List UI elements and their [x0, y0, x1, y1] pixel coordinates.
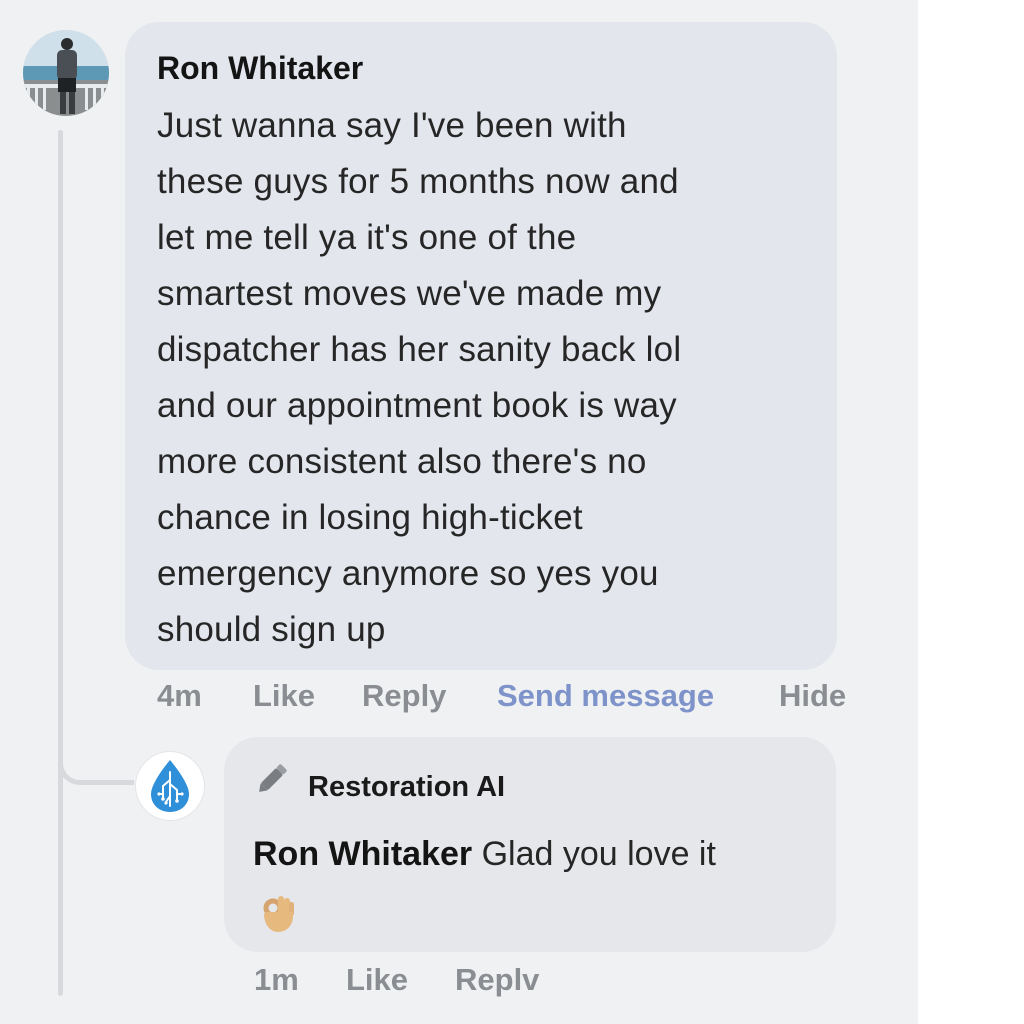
comment-line: smartest moves we've made my	[157, 274, 662, 313]
thread-connector	[58, 730, 134, 785]
page-margin	[918, 0, 1024, 1024]
comment-line: and our appointment book is way	[157, 386, 677, 425]
comment-author[interactable]: Ron Whitaker	[157, 50, 805, 86]
reply-author[interactable]: Restoration AI	[308, 771, 505, 804]
hide-button[interactable]: Hide	[779, 678, 846, 714]
comment-line: chance in losing high-ticket	[157, 498, 583, 537]
comment-body: Just wanna say I've been with these guys…	[157, 98, 805, 658]
comment-line: should sign up	[157, 610, 386, 649]
reply-reply-button[interactable]: Replv	[455, 962, 539, 998]
reply-bubble: Restoration AI Ron Whitaker Glad you lov…	[224, 737, 836, 952]
send-message-button[interactable]: Send message	[497, 678, 714, 714]
reply-message: Glad you love it	[472, 835, 716, 873]
pencil-icon	[254, 757, 294, 802]
thread-line	[58, 130, 63, 996]
page-avatar[interactable]	[136, 752, 204, 820]
comment-line: dispatcher has her sanity back lol	[157, 330, 682, 369]
comment-bubble: Ron Whitaker Just wanna say I've been wi…	[125, 22, 837, 670]
reply-body: Ron Whitaker Glad you love it	[253, 835, 716, 874]
reply-timestamp[interactable]: 1m	[254, 962, 299, 998]
comment-timestamp[interactable]: 4m	[157, 678, 202, 714]
comment-line: these guys for 5 months now and	[157, 162, 679, 201]
comment-line: more consistent also there's no	[157, 442, 647, 481]
comment-thread: Ron Whitaker Just wanna say I've been wi…	[0, 0, 1024, 1024]
commenter-avatar[interactable]	[23, 30, 109, 116]
like-button[interactable]: Like	[253, 678, 315, 714]
droplet-logo-icon	[151, 760, 189, 812]
comment-line: emergency anymore so yes you	[157, 554, 659, 593]
reply-like-button[interactable]: Like	[346, 962, 408, 998]
comment-line: Just wanna say I've been with	[157, 106, 627, 145]
comment-line: let me tell ya it's one of the	[157, 218, 577, 257]
mention-link[interactable]: Ron Whitaker	[253, 835, 472, 873]
reply-button[interactable]: Reply	[362, 678, 446, 714]
ok-hand-emoji-icon	[256, 892, 296, 939]
